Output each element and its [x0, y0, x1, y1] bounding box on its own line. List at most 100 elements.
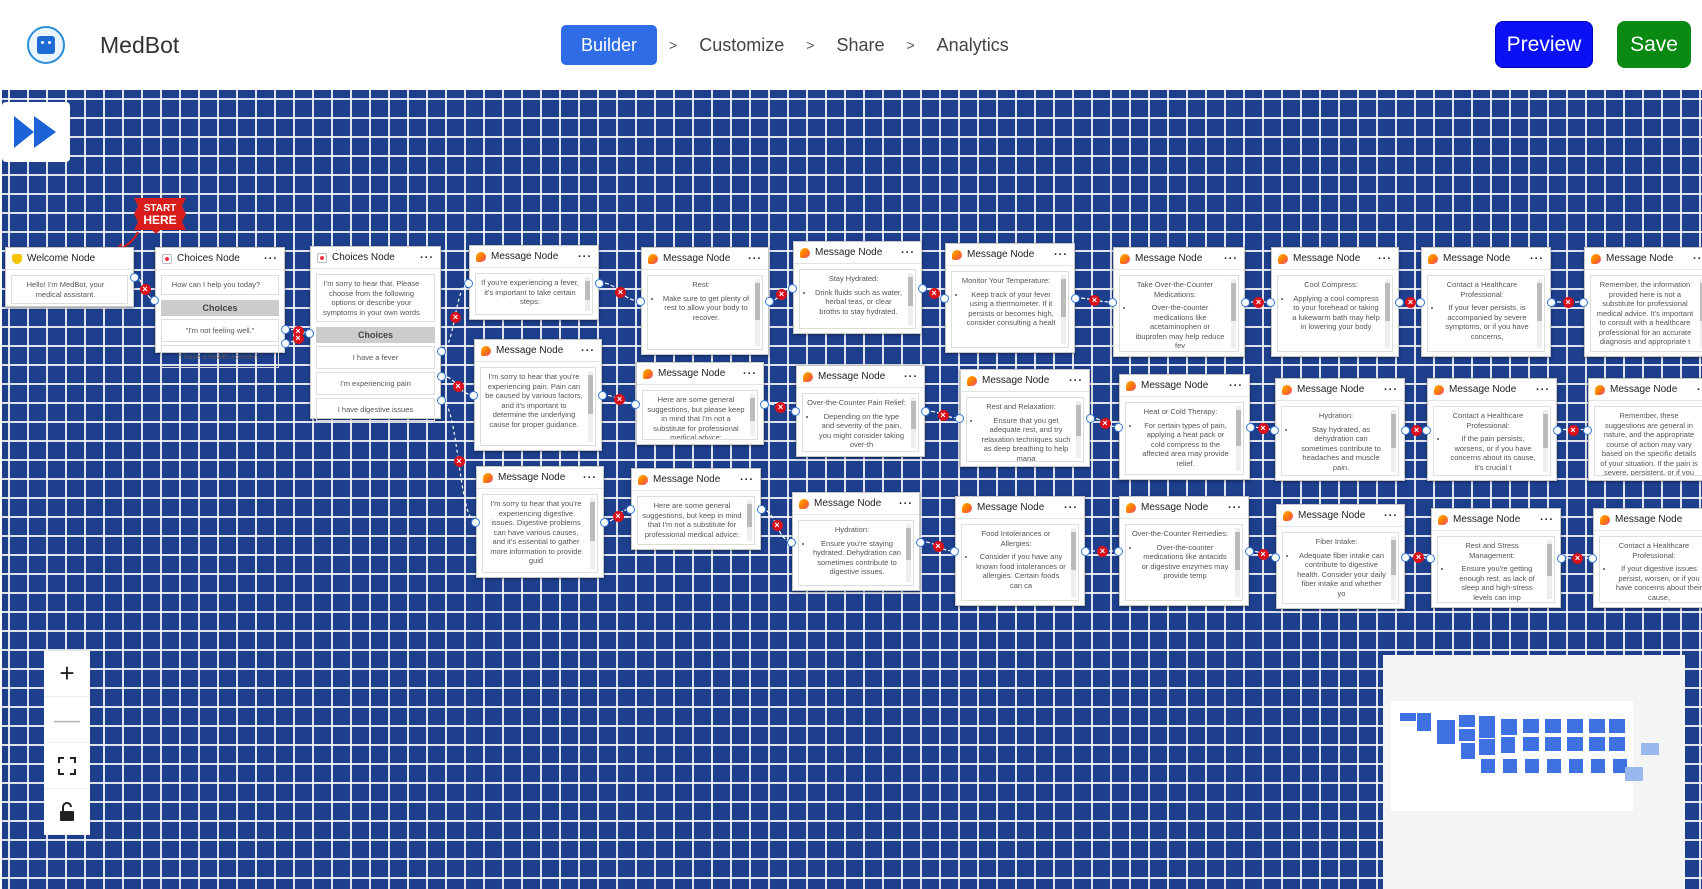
- output-handle[interactable]: [1553, 425, 1562, 435]
- scrollbar[interactable]: [1231, 279, 1236, 348]
- input-handle[interactable]: [1583, 425, 1592, 435]
- scrollbar[interactable]: [1391, 536, 1396, 600]
- input-handle[interactable]: [950, 547, 959, 556]
- message-node[interactable]: Message Node ··· Fiber Intake: Adequate fib…: [1276, 504, 1405, 609]
- output-handle[interactable]: [437, 396, 446, 405]
- message-node[interactable]: Message Node···Contact a Healthcare Prof…: [1421, 247, 1551, 357]
- input-handle[interactable]: [1422, 425, 1431, 435]
- message-node[interactable]: Message Node ··· Rest and Relaxation: Ensur…: [960, 369, 1090, 467]
- delete-edge-icon[interactable]: ×: [1257, 548, 1269, 560]
- choice-item[interactable]: "I have a health concern.": [161, 344, 279, 368]
- scrollbar[interactable]: [908, 273, 913, 325]
- scrollbar[interactable]: [1235, 528, 1240, 597]
- scrollbar[interactable]: [747, 500, 752, 541]
- input-handle[interactable]: [1271, 552, 1280, 562]
- fit-view-button[interactable]: [44, 743, 90, 789]
- output-handle[interactable]: [921, 407, 930, 416]
- lock-button[interactable]: [44, 789, 90, 835]
- input-handle[interactable]: [1426, 554, 1435, 563]
- message-node[interactable]: Message Node ··· Food Intolerances or Alle…: [955, 496, 1085, 606]
- output-handle[interactable]: [757, 505, 766, 514]
- input-handle[interactable]: [150, 296, 159, 305]
- zoom-out-button[interactable]: —: [44, 697, 90, 743]
- output-handle[interactable]: [918, 283, 927, 293]
- message-node[interactable]: Message Node ··· Monitor Your Temperature:…: [945, 243, 1075, 353]
- delete-edge-icon[interactable]: ×: [139, 283, 151, 295]
- more-options-icon[interactable]: ···: [1693, 253, 1702, 265]
- message-node[interactable]: Message Node ··· Remember, these suggestio…: [1588, 378, 1702, 481]
- input-handle[interactable]: [1416, 298, 1425, 307]
- input-handle[interactable]: [788, 283, 797, 293]
- more-options-icon[interactable]: ···: [899, 498, 913, 510]
- output-handle[interactable]: [765, 297, 774, 306]
- delete-edge-icon[interactable]: ×: [615, 286, 626, 298]
- delete-edge-icon[interactable]: ×: [932, 541, 944, 553]
- message-node[interactable]: Message Node ··· Stay Hydrated: Drink fluid…: [793, 241, 922, 334]
- input-handle[interactable]: [469, 391, 478, 400]
- welcome-node[interactable]: Welcome Node Hello! I'm MedBot, your med…: [5, 247, 134, 307]
- message-node[interactable]: Message Node ··· Here are some general sug…: [631, 468, 761, 550]
- input-handle[interactable]: [1266, 298, 1275, 307]
- more-options-icon[interactable]: ···: [1228, 502, 1242, 514]
- output-handle[interactable]: [281, 339, 290, 348]
- message-node[interactable]: Message Node···Contact a Healthcare Prof…: [1593, 508, 1702, 608]
- more-options-icon[interactable]: ···: [1384, 510, 1398, 522]
- message-node[interactable]: Message Node···Contact a Healthcare Prof…: [1427, 378, 1557, 481]
- scrollbar[interactable]: [750, 394, 755, 436]
- input-handle[interactable]: [1579, 298, 1588, 307]
- output-handle[interactable]: [1401, 552, 1410, 562]
- delete-edge-icon[interactable]: ×: [452, 380, 464, 392]
- choice-item[interactable]: I have a fever: [316, 346, 435, 369]
- message-node[interactable]: Message Node ··· Cool Compress: Applying a …: [1271, 247, 1399, 357]
- message-node[interactable]: Message Node ··· Over-the-Counter Pain Rel…: [796, 365, 925, 457]
- scrollbar[interactable]: [1391, 410, 1396, 472]
- output-handle[interactable]: [1547, 298, 1556, 307]
- delete-edge-icon[interactable]: ×: [1567, 424, 1579, 436]
- delete-edge-icon[interactable]: ×: [453, 456, 465, 467]
- choices-node-symptoms[interactable]: Choices Node ··· I'm sorry to hear that. …: [310, 246, 441, 421]
- more-options-icon[interactable]: ···: [1064, 502, 1078, 514]
- choices-node-greeting[interactable]: Choices Node ··· How can I help you today…: [155, 247, 285, 368]
- step-analytics[interactable]: Analytics: [927, 25, 1019, 65]
- more-options-icon[interactable]: ···: [743, 368, 757, 380]
- output-handle[interactable]: [595, 278, 604, 288]
- delete-edge-icon[interactable]: ×: [1097, 546, 1108, 557]
- input-handle[interactable]: [626, 505, 635, 514]
- input-handle[interactable]: [1108, 298, 1117, 307]
- choice-item[interactable]: I'm experiencing pain: [316, 372, 435, 395]
- delete-edge-icon[interactable]: ×: [771, 520, 783, 532]
- input-handle[interactable]: [1270, 425, 1279, 435]
- more-options-icon[interactable]: ···: [581, 345, 595, 357]
- output-handle[interactable]: [1246, 423, 1255, 432]
- input-handle[interactable]: [787, 537, 796, 547]
- choice-item[interactable]: "I'm not feeling well.": [161, 318, 279, 342]
- delete-edge-icon[interactable]: ×: [1253, 297, 1264, 308]
- input-handle[interactable]: [305, 328, 314, 338]
- preview-button[interactable]: Preview: [1495, 21, 1593, 68]
- input-handle[interactable]: [955, 414, 964, 423]
- delete-edge-icon[interactable]: ×: [1572, 553, 1583, 564]
- more-options-icon[interactable]: ···: [1530, 253, 1544, 265]
- more-options-icon[interactable]: ···: [1054, 249, 1068, 261]
- scrollbar[interactable]: [1076, 401, 1081, 458]
- flow-canvas[interactable]: START HERE Welcome Node Hello! I'm MedBo…: [0, 90, 1702, 889]
- input-handle[interactable]: [1114, 423, 1123, 432]
- delete-edge-icon[interactable]: ×: [1257, 423, 1269, 435]
- more-options-icon[interactable]: ···: [1536, 384, 1550, 396]
- more-options-icon[interactable]: ···: [1697, 384, 1702, 396]
- scrollbar[interactable]: [1543, 410, 1548, 472]
- scrollbar[interactable]: [588, 371, 593, 442]
- more-options-icon[interactable]: ···: [748, 253, 762, 265]
- delete-edge-icon[interactable]: ×: [1562, 297, 1574, 308]
- message-node[interactable]: Message Node ··· Hydration: Ensure you're s…: [792, 492, 920, 591]
- output-handle[interactable]: [437, 372, 446, 381]
- more-options-icon[interactable]: ···: [1540, 514, 1554, 526]
- minimap[interactable]: [1383, 655, 1685, 889]
- scrollbar[interactable]: [1385, 279, 1390, 348]
- more-options-icon[interactable]: ···: [1229, 380, 1243, 392]
- more-options-icon[interactable]: ···: [1224, 253, 1238, 265]
- delete-edge-icon[interactable]: ×: [928, 287, 940, 299]
- output-handle[interactable]: [598, 391, 607, 400]
- scrollbar[interactable]: [906, 524, 911, 582]
- scrollbar[interactable]: [1537, 279, 1542, 348]
